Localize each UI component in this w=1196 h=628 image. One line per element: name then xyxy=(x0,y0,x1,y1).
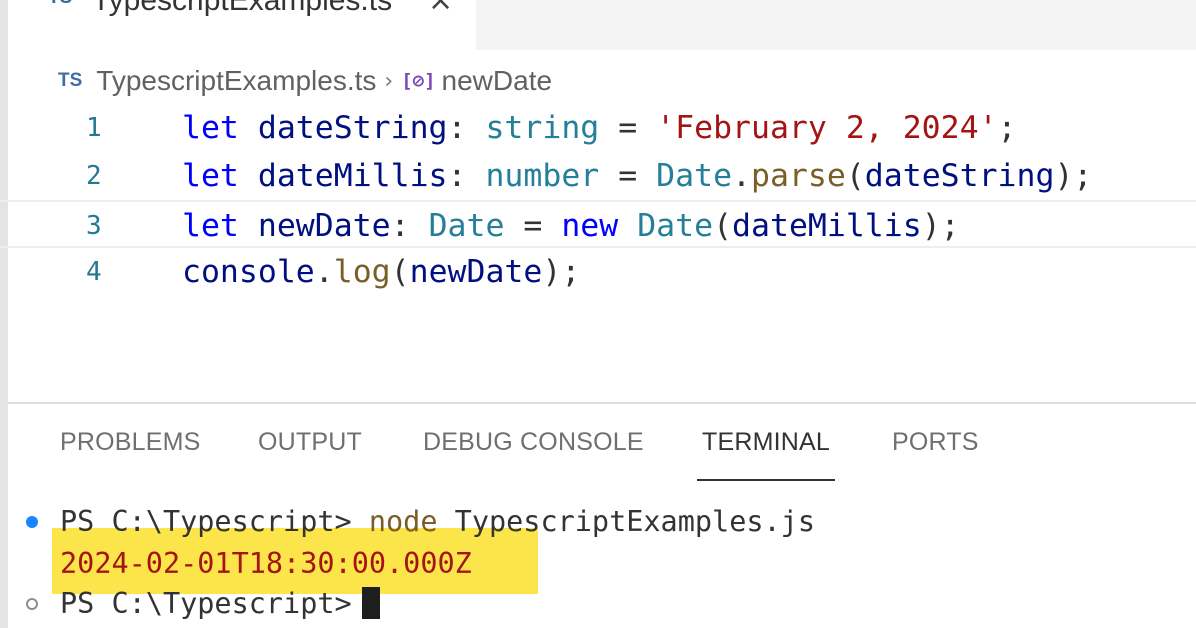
code-token: number xyxy=(485,158,600,194)
code-token: . xyxy=(732,158,751,194)
terminal-line-command: PS C:\Typescript> node TypescriptExample… xyxy=(0,502,1196,542)
variable-symbol-icon: [⊘] xyxy=(401,70,436,92)
line-number: 3 xyxy=(86,211,102,241)
terminal-prompt: PS C:\Typescript> xyxy=(60,587,352,620)
terminal-line-prompt: PS C:\Typescript> xyxy=(0,584,1196,624)
breadcrumb: TS TypescriptExamples.ts › [⊘] newDate xyxy=(58,60,552,102)
code-token: Date xyxy=(656,158,733,194)
command-success-dot-icon[interactable] xyxy=(26,516,38,528)
typescript-file-icon: TS xyxy=(58,70,83,91)
line-number: 1 xyxy=(86,113,102,143)
terminal-text: PS C:\Typescript> node TypescriptExample… xyxy=(60,502,815,542)
close-icon[interactable]: × xyxy=(428,0,453,18)
terminal-cursor xyxy=(361,587,380,619)
terminal-command: node xyxy=(368,505,438,538)
code-token: ); xyxy=(921,208,960,244)
code-token: dateMillis xyxy=(732,208,922,244)
code-line-text: let dateString: string = 'February 2, 20… xyxy=(182,104,1017,152)
code-token: console xyxy=(182,254,315,290)
code-token: = xyxy=(599,158,657,194)
code-token: = xyxy=(504,208,562,244)
terminal-line-output: 2024-02-01T18:30:00.000Z xyxy=(0,544,1196,584)
code-token: let xyxy=(182,158,239,194)
tab-problems[interactable]: PROBLEMS xyxy=(60,428,201,457)
code-token: dateString xyxy=(864,158,1055,194)
code-line-text: console.log(newDate); xyxy=(182,248,580,296)
code-token: dateString xyxy=(257,110,448,146)
code-token: ; xyxy=(997,110,1017,146)
code-token: dateMillis xyxy=(257,158,448,194)
breadcrumb-file[interactable]: TypescriptExamples.ts xyxy=(96,65,376,97)
typescript-file-icon: TS xyxy=(48,0,72,9)
line-number: 4 xyxy=(86,257,102,287)
code-line[interactable]: 1 let dateString: string = 'February 2, 2… xyxy=(0,104,1196,152)
code-token: Date xyxy=(428,208,505,244)
code-token: let xyxy=(182,110,239,146)
code-token: newDate xyxy=(257,208,391,244)
code-token: ); xyxy=(1054,158,1093,194)
code-line-text: let newDate: Date = new Date(dateMillis)… xyxy=(182,202,960,250)
code-line[interactable]: 4 console.log(newDate); xyxy=(0,248,1196,296)
code-token: = xyxy=(599,110,657,146)
code-token: parse xyxy=(751,158,846,194)
code-token: log xyxy=(333,254,391,290)
editor-window: TS TypescriptExamples.ts × TS Typescript… xyxy=(0,0,1196,628)
line-number: 2 xyxy=(86,161,102,191)
code-line[interactable]: 3 let newDate: Date = new Date(dateMillis… xyxy=(0,200,1196,248)
tab-output[interactable]: OUTPUT xyxy=(258,428,362,457)
terminal-prompt: PS C:\Typescript> xyxy=(60,505,369,538)
code-token: . xyxy=(314,254,334,290)
editor-tab-bar: TS TypescriptExamples.ts × xyxy=(8,0,1196,50)
code-token: Date xyxy=(637,208,714,244)
tab-terminal[interactable]: TERMINAL xyxy=(702,428,830,457)
active-tab-indicator xyxy=(697,479,835,481)
tab-debug-console[interactable]: DEBUG CONSOLE xyxy=(423,428,644,457)
panel-divider xyxy=(8,402,1196,404)
code-token: : xyxy=(447,110,486,146)
breadcrumb-symbol[interactable]: newDate xyxy=(442,65,553,97)
terminal-command-arg: TypescriptExamples.js xyxy=(437,505,815,538)
editor-tab-typescriptexamples[interactable]: TS TypescriptExamples.ts × xyxy=(8,0,476,50)
chevron-right-icon: › xyxy=(384,68,394,94)
terminal-text[interactable]: PS C:\Typescript> xyxy=(60,584,380,624)
tab-ports[interactable]: PORTS xyxy=(892,428,979,457)
code-token: newDate xyxy=(409,254,543,290)
code-token: 'February 2, 2024' xyxy=(656,110,998,146)
command-pending-dot-icon xyxy=(26,598,38,610)
code-token: ( xyxy=(713,208,733,244)
code-token: string xyxy=(485,110,600,146)
code-token: ( xyxy=(390,254,410,290)
code-token: new xyxy=(561,208,619,244)
code-token: : xyxy=(447,158,486,194)
code-token: let xyxy=(182,208,239,244)
terminal-output: 2024-02-01T18:30:00.000Z xyxy=(60,547,472,580)
code-line[interactable]: 2 let dateMillis: number = Date.parse(dat… xyxy=(0,152,1196,200)
code-editor[interactable]: 1 let dateString: string = 'February 2, 2… xyxy=(0,104,1196,296)
tab-file-name: TypescriptExamples.ts xyxy=(92,0,393,17)
code-line-text: let dateMillis: number = Date.parse(date… xyxy=(182,152,1092,200)
code-token: ); xyxy=(542,254,581,290)
code-token: ( xyxy=(845,158,865,194)
code-token: : xyxy=(390,208,429,244)
